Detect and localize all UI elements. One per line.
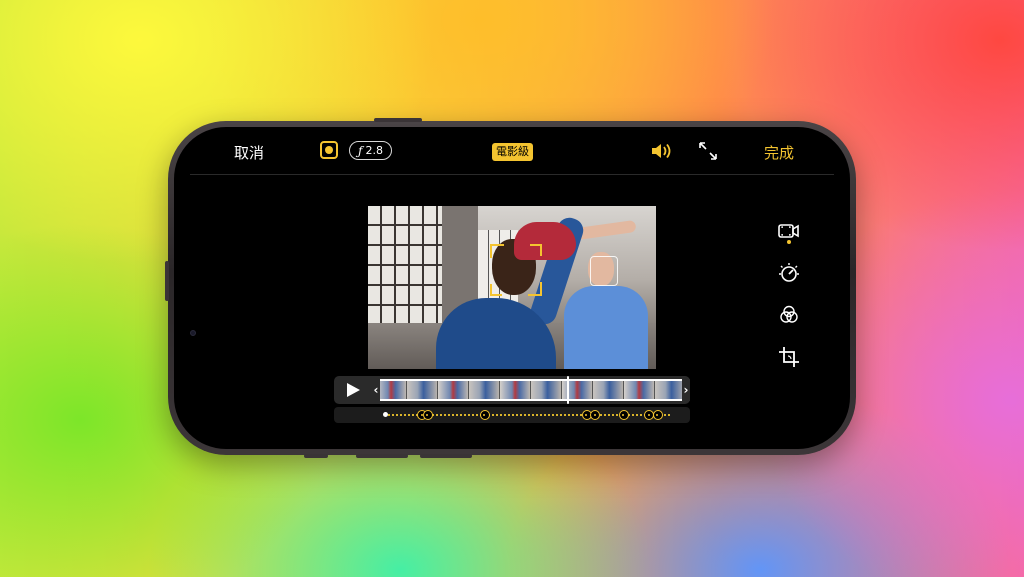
- frame-thumbnail: [469, 381, 500, 399]
- trim-handle-left[interactable]: ‹: [372, 379, 380, 401]
- frame-thumbnail: [655, 381, 684, 399]
- expand-arrows-icon: [699, 142, 717, 160]
- active-tool-indicator: [787, 240, 791, 244]
- frame-strip[interactable]: [376, 379, 684, 401]
- focus-box-corner: [530, 244, 542, 256]
- top-divider: [190, 174, 834, 175]
- aperture-symbol: ƒ: [358, 143, 363, 158]
- phone-mute-switch: [304, 454, 328, 458]
- adjust-dial-icon: [779, 263, 799, 282]
- frame-thumbnail: [438, 381, 469, 399]
- frame-thumbnail: [500, 381, 531, 399]
- crop-rotate-icon: [779, 347, 799, 367]
- filters-icon: [780, 305, 798, 323]
- focus-box-primary[interactable]: [490, 244, 542, 296]
- phone-device: 取消 ƒ 2.8 電影級 完成 ‹ ›: [165, 118, 856, 458]
- cancel-button[interactable]: 取消: [234, 142, 264, 163]
- focus-keyframe[interactable]: [618, 410, 629, 420]
- playhead[interactable]: [566, 376, 569, 404]
- speaker-icon: [652, 143, 671, 159]
- frame-thumbnail: [624, 381, 655, 399]
- focus-keyframe[interactable]: [652, 410, 663, 420]
- focus-box-corner: [490, 284, 502, 296]
- cinematic-mode-badge[interactable]: 電影級: [492, 143, 533, 161]
- volume-button[interactable]: [650, 141, 674, 161]
- filters-tool-button[interactable]: [776, 302, 802, 328]
- play-button[interactable]: [334, 376, 372, 404]
- phone-power-button: [165, 261, 169, 301]
- focus-keyframe[interactable]: [479, 410, 490, 420]
- focus-keyframe[interactable]: [422, 410, 433, 420]
- frame-thumbnail: [376, 381, 407, 399]
- expand-button[interactable]: [698, 141, 718, 161]
- focus-keyframe[interactable]: [590, 410, 601, 420]
- phone-side-button: [374, 118, 422, 122]
- frame-thumbnail: [593, 381, 624, 399]
- phone-screen: 取消 ƒ 2.8 電影級 完成 ‹ ›: [174, 127, 850, 449]
- frame-thumbnail: [407, 381, 438, 399]
- frame-thumbnail: [531, 381, 562, 399]
- trim-handle-right[interactable]: ›: [682, 379, 690, 401]
- focus-lock-icon[interactable]: [320, 141, 338, 159]
- phone-volume-down: [420, 454, 472, 458]
- editor-top-bar: 取消 ƒ 2.8 電影級 完成: [174, 127, 850, 175]
- phone-volume-up: [356, 454, 408, 458]
- crop-tool-button[interactable]: [776, 344, 802, 370]
- adjust-tool-button[interactable]: [776, 260, 802, 286]
- focus-keyframe-track[interactable]: [334, 407, 690, 423]
- focus-box-secondary[interactable]: [590, 256, 618, 286]
- aperture-value: 2.8: [365, 143, 383, 157]
- front-camera: [190, 330, 196, 336]
- aperture-button[interactable]: ƒ 2.8: [349, 141, 392, 160]
- video-timeline: ‹ ›: [334, 376, 690, 404]
- done-button[interactable]: 完成: [764, 142, 794, 163]
- video-preview[interactable]: [368, 206, 656, 369]
- subject-secondary-body: [564, 286, 648, 369]
